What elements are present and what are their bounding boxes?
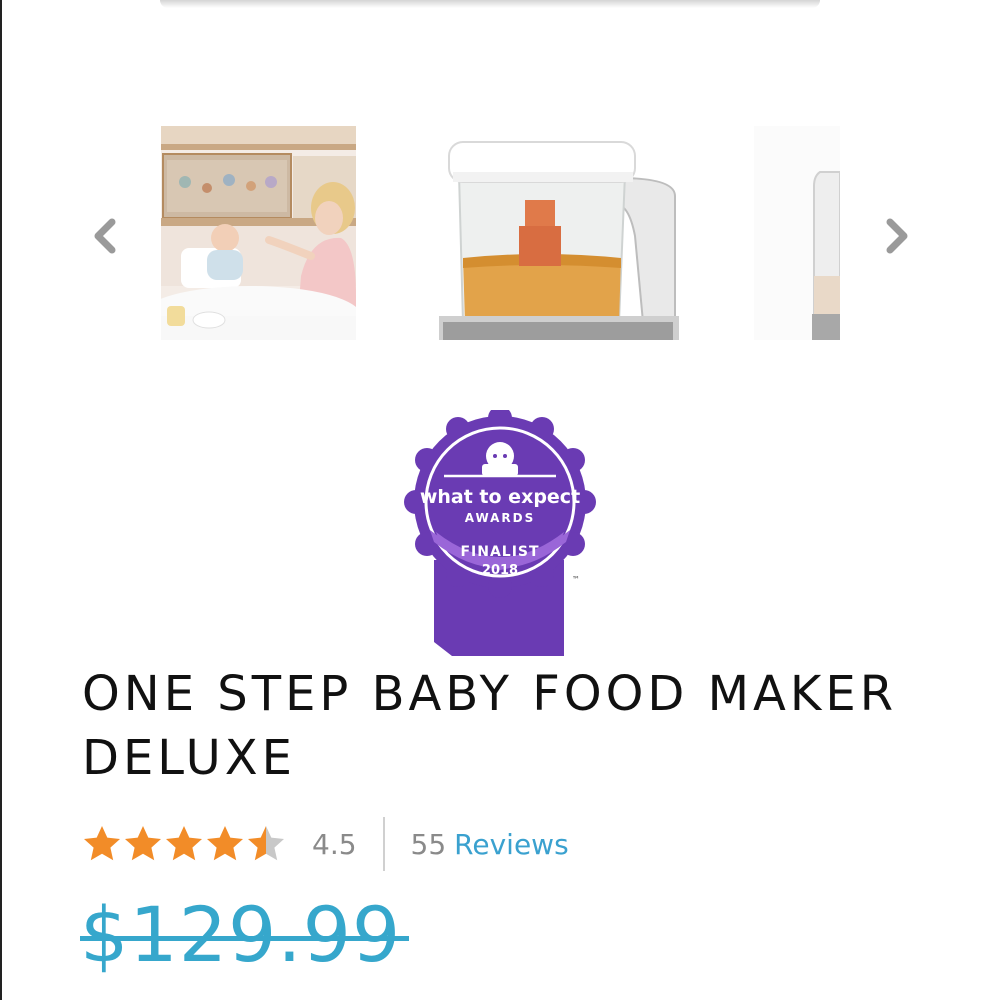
carousel-thumb-3[interactable] <box>754 126 840 340</box>
star-icon <box>248 826 284 861</box>
baby-food-maker-partial-photo <box>754 126 840 340</box>
rating-divider <box>382 817 385 871</box>
badge-title: what to expect <box>420 486 580 508</box>
star-rating[interactable] <box>82 824 286 864</box>
carousel-thumb-1[interactable] <box>161 126 356 340</box>
baby-food-maker-product-photo <box>429 126 691 340</box>
badge-subtitle: AWARDS <box>465 511 536 525</box>
badge-trademark: ™ <box>572 575 580 584</box>
product-page: what to expect AWARDS FINALIST 2018 ™ ON… <box>0 0 1000 1000</box>
chevron-left-icon <box>94 218 116 254</box>
carousel-thumb-2[interactable] <box>429 126 691 340</box>
product-title: ONE STEP BABY FOOD MAKER DELUXE <box>82 666 898 786</box>
star-icon <box>166 826 202 861</box>
reviews-link[interactable]: Reviews <box>454 828 569 861</box>
badge-finalist: FINALIST <box>460 544 539 560</box>
badge-year: 2018 <box>482 563 518 578</box>
left-edge-border <box>0 0 2 1000</box>
star-icon <box>125 826 161 861</box>
star-icon <box>207 826 243 861</box>
header-shadow <box>160 0 820 8</box>
rating-row: 4.5 55 Reviews <box>82 816 569 872</box>
review-count: 55 <box>410 827 447 861</box>
rating-value: 4.5 <box>312 827 357 861</box>
price-value: $129.99 <box>80 890 402 979</box>
award-badge: what to expect AWARDS FINALIST 2018 ™ <box>400 406 600 656</box>
carousel-prev-button[interactable] <box>86 216 126 256</box>
carousel-next-button[interactable] <box>876 216 916 256</box>
price-strikethrough <box>80 936 410 941</box>
image-carousel <box>84 126 924 340</box>
chevron-right-icon <box>886 218 908 254</box>
star-icon <box>84 826 120 861</box>
original-price: $129.99 <box>80 890 410 980</box>
mother-feeding-baby-photo <box>161 126 356 340</box>
